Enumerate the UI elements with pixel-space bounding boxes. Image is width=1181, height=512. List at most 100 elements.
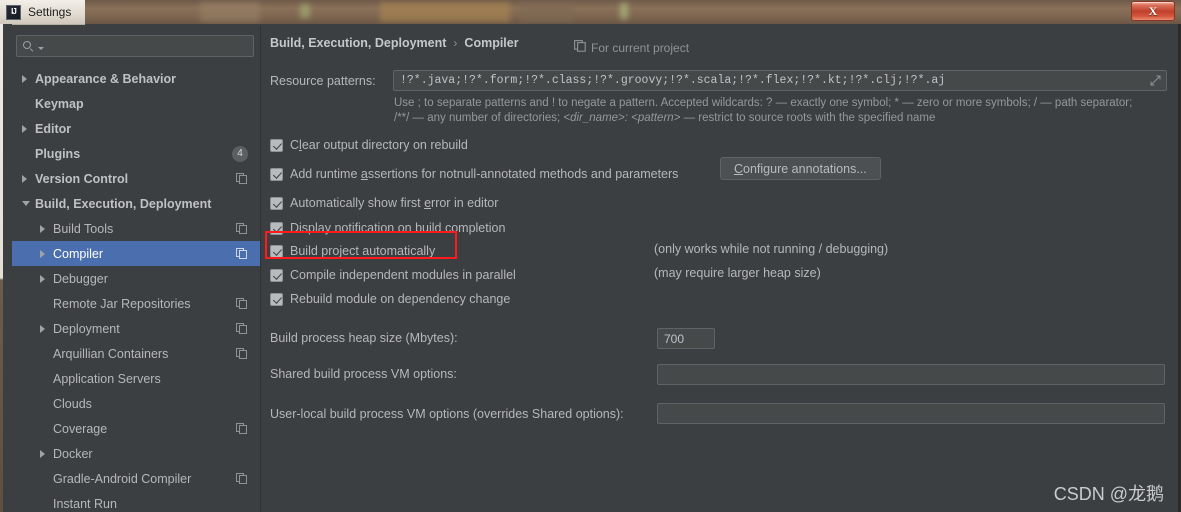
chevron-right-icon[interactable] <box>22 124 27 133</box>
sidebar-item-label: Deployment <box>53 321 120 336</box>
sidebar-item-label: Version Control <box>35 171 129 186</box>
checkbox-icon[interactable] <box>270 138 283 152</box>
checkbox-rebuild-on-dependency-change[interactable]: Rebuild module on dependency change <box>270 292 510 306</box>
copy-to-project-icon[interactable] <box>236 297 248 310</box>
sidebar-item-compiler[interactable]: Compiler <box>12 241 260 266</box>
copy-to-project-icon[interactable] <box>236 472 248 485</box>
sidebar-item-clouds[interactable]: Clouds <box>12 391 260 416</box>
tree-toggle-slot <box>22 201 35 206</box>
sidebar-item-instant-run[interactable]: Instant Run <box>12 491 260 512</box>
heap-size-input[interactable]: 700 <box>657 328 715 349</box>
checkbox-display-notification[interactable]: Display notification on build completion <box>270 221 505 235</box>
checkbox-label: Rebuild module on dependency change <box>290 292 511 306</box>
checkbox-icon[interactable] <box>270 292 283 306</box>
expand-icon[interactable] <box>1150 75 1161 86</box>
sidebar-item-label: Docker <box>53 446 93 461</box>
sidebar-item-label: Editor <box>35 121 72 136</box>
window-left-padding <box>3 24 12 512</box>
checkbox-icon[interactable] <box>270 268 283 282</box>
sidebar-item-editor[interactable]: Editor <box>12 116 260 141</box>
titlebar-left-group: IJ Settings <box>0 0 86 25</box>
chevron-right-icon[interactable] <box>40 449 45 458</box>
sidebar-item-build-execution-deployment[interactable]: Build, Execution, Deployment <box>12 191 260 216</box>
sidebar-item-label: Build, Execution, Deployment <box>35 196 212 211</box>
checkbox-compile-modules-parallel[interactable]: Compile independent modules in parallel <box>270 268 516 282</box>
breadcrumb-parent[interactable]: Build, Execution, Deployment <box>270 36 446 50</box>
checkbox-icon[interactable] <box>270 244 283 258</box>
copy-to-project-icon[interactable] <box>236 422 248 435</box>
sidebar-item-deployment[interactable]: Deployment <box>12 316 260 341</box>
checkbox-label: Clear output directory on rebuild <box>290 138 468 152</box>
tree-toggle-slot <box>22 150 35 158</box>
sidebar-item-badge: 4 <box>232 145 248 162</box>
breadcrumb-separator-icon: › <box>453 36 458 50</box>
sidebar-item-version-control[interactable]: Version Control <box>12 166 260 191</box>
hint-line-2-a: /**/ — any number of directories; <box>394 112 564 124</box>
sidebar-item-arquillian-containers[interactable]: Arquillian Containers <box>12 341 260 366</box>
chevron-down-icon[interactable] <box>22 201 30 206</box>
breadcrumb-current: Compiler <box>464 36 519 50</box>
search-field[interactable] <box>16 35 254 57</box>
copy-to-project-icon[interactable] <box>236 222 248 235</box>
shared-vm-options-input[interactable] <box>657 364 1165 385</box>
checkbox-icon[interactable] <box>270 196 283 210</box>
close-window-button[interactable]: X <box>1131 1 1175 21</box>
search-input[interactable] <box>44 38 240 54</box>
sidebar-item-label: Keymap <box>35 96 84 111</box>
sidebar-item-plugins[interactable]: Plugins 4 <box>12 141 260 166</box>
checkbox-icon[interactable] <box>270 167 283 181</box>
tree-toggle-slot <box>40 425 53 433</box>
search-icon <box>23 40 36 53</box>
checkbox-label: Build project automatically <box>290 244 436 258</box>
sidebar-item-keymap[interactable]: Keymap <box>12 91 260 116</box>
hint-line-2: /**/ — any number of directories; <dir_n… <box>394 111 1174 126</box>
sidebar-item-remote-jar-repositories[interactable]: Remote Jar Repositories <box>12 291 260 316</box>
chevron-right-icon[interactable] <box>40 249 45 258</box>
sidebar-item-coverage[interactable]: Coverage <box>12 416 260 441</box>
close-icon: X <box>1148 3 1158 18</box>
copy-to-project-icon[interactable] <box>236 347 248 360</box>
sidebar-item-label: Compiler <box>53 246 104 261</box>
heap-size-value: 700 <box>664 331 685 346</box>
checkbox-show-first-error[interactable]: Automatically show first error in editor <box>270 196 498 210</box>
resource-patterns-row: Resource patterns: !?*.java;!?*.form;!?*… <box>270 70 1170 91</box>
sidebar-item-appearance-behavior[interactable]: Appearance & Behavior <box>12 66 260 91</box>
resource-patterns-field[interactable]: !?*.java;!?*.form;!?*.class;!?*.groovy;!… <box>393 70 1167 91</box>
hint-line-2-italic: <dir_name>: <pattern> <box>563 112 681 124</box>
checkbox-icon[interactable] <box>270 221 283 235</box>
sidebar-item-application-servers[interactable]: Application Servers <box>12 366 260 391</box>
tree-toggle-slot <box>40 249 53 258</box>
tree-toggle-slot <box>22 100 35 108</box>
chevron-right-icon[interactable] <box>40 224 45 233</box>
resource-patterns-label: Resource patterns: <box>270 73 376 88</box>
tree-toggle-slot <box>40 475 53 483</box>
copy-to-project-icon[interactable] <box>236 172 248 185</box>
tree-toggle-slot <box>22 174 35 183</box>
window-titlebar: IJ Settings X <box>0 0 1181 25</box>
compiler-settings-panel: Build, Execution, Deployment › Compiler … <box>261 26 1178 512</box>
chevron-right-icon[interactable] <box>40 324 45 333</box>
configure-annotations-button[interactable]: Configure annotations... <box>720 157 881 180</box>
chevron-right-icon[interactable] <box>22 174 27 183</box>
userlocal-vm-options-input[interactable] <box>657 403 1165 424</box>
sidebar-item-gradle-android-compiler[interactable]: Gradle-Android Compiler <box>12 466 260 491</box>
chevron-right-icon[interactable] <box>22 74 27 83</box>
copy-to-project-icon[interactable] <box>236 247 248 260</box>
sidebar-item-build-tools[interactable]: Build Tools <box>12 216 260 241</box>
checkbox-add-runtime-assertions[interactable]: Add runtime assertions for notnull-annot… <box>270 167 678 181</box>
checkbox-build-project-automatically[interactable]: Build project automatically <box>270 244 435 258</box>
copy-to-project-icon[interactable] <box>236 322 248 335</box>
sidebar-item-label: Appearance & Behavior <box>35 71 177 86</box>
checkbox-label: Add runtime assertions for notnull-annot… <box>290 167 679 181</box>
checkbox-clear-output-directory[interactable]: Clear output directory on rebuild <box>270 138 468 152</box>
sidebar-item-debugger[interactable]: Debugger <box>12 266 260 291</box>
tree-toggle-slot <box>40 375 53 383</box>
chevron-right-icon[interactable] <box>40 274 45 283</box>
sidebar-item-docker[interactable]: Docker <box>12 441 260 466</box>
